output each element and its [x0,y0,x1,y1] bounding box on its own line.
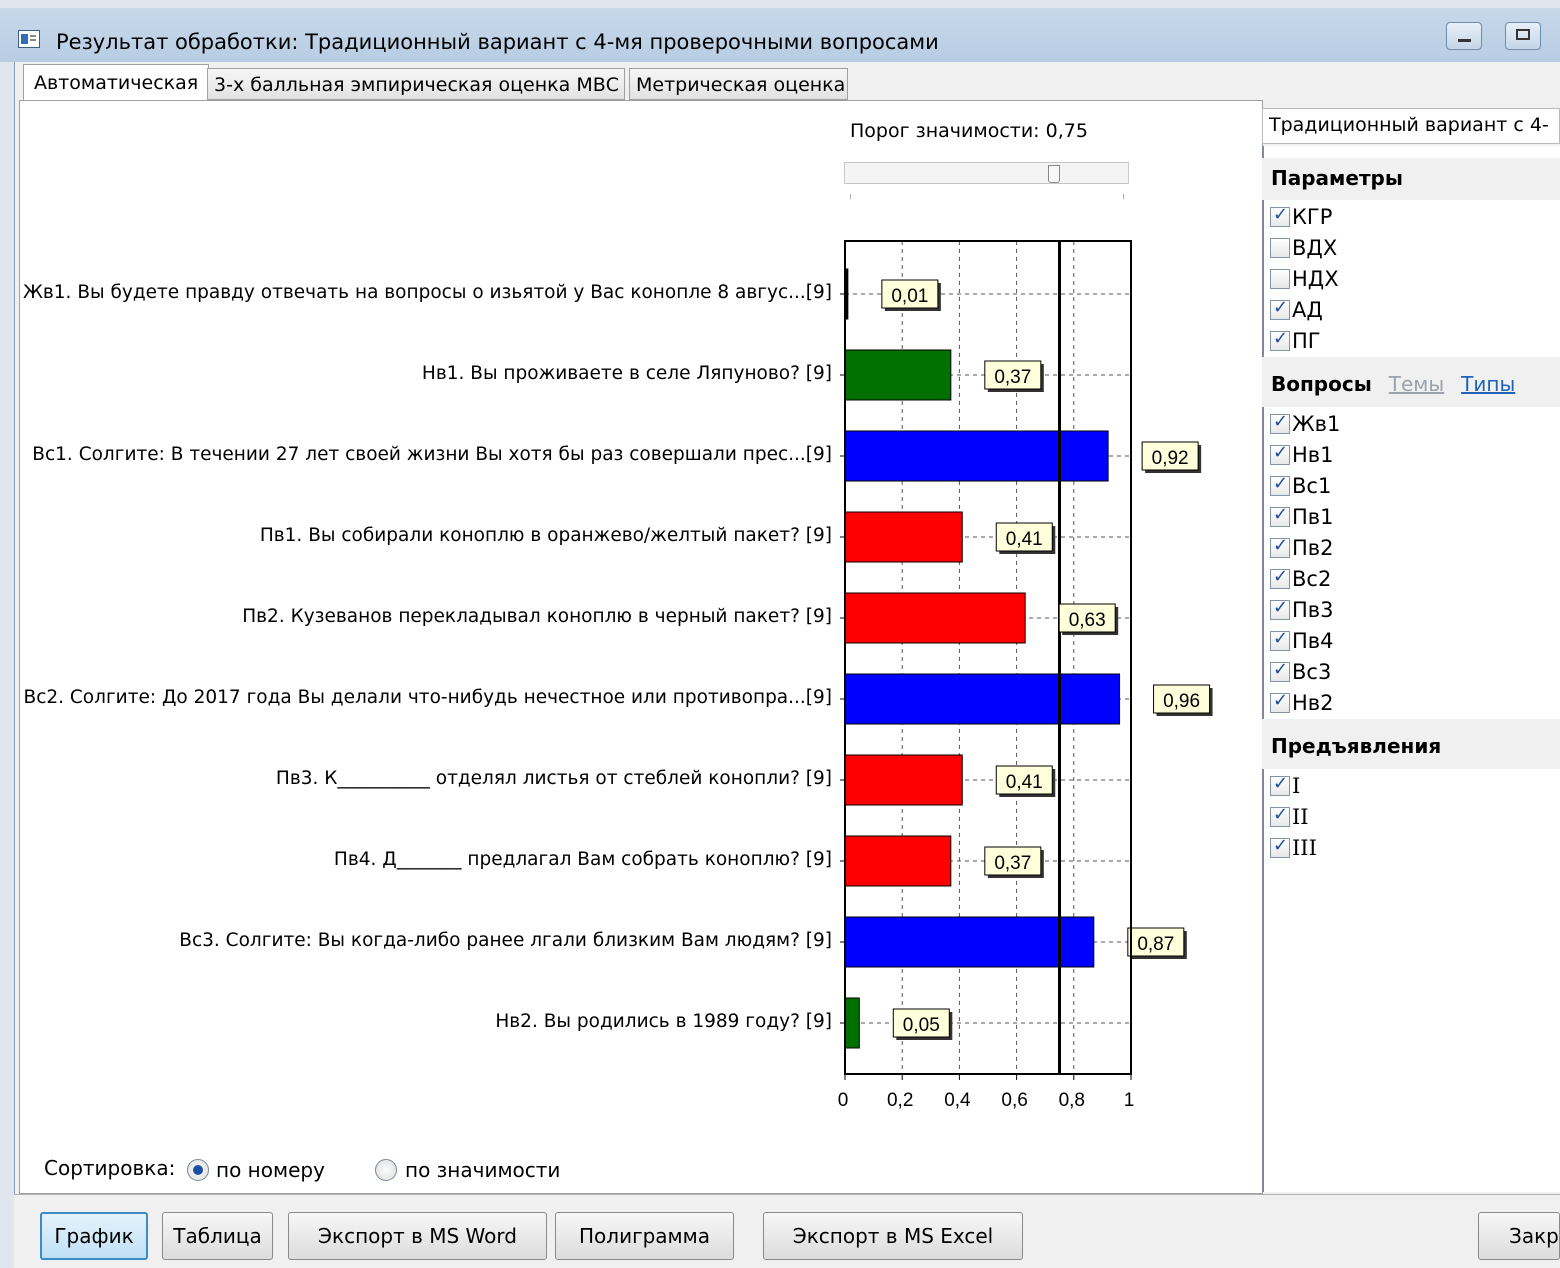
checkbox[interactable] [1270,473,1290,496]
x-tick-label: 0,4 [944,1090,971,1111]
result-window: Результат обработки: Традиционный вариан… [0,0,1560,1268]
bar [844,511,963,563]
checkbox[interactable] [1270,328,1290,351]
export-excel-button[interactable]: Экспорт в MS Excel [763,1212,1023,1260]
value-label: 0,05 [903,1015,940,1036]
filter-item-params[interactable]: АД [1270,296,1323,324]
polygram-button[interactable]: Полиграмма [555,1212,734,1260]
filter-item-questions[interactable]: Пв2 [1270,534,1334,562]
checkbox[interactable] [1270,804,1290,827]
bar [844,592,1026,644]
filter-item-params[interactable]: ПГ [1270,327,1321,355]
params-section-title: Параметры [1262,158,1560,200]
filter-item-questions[interactable]: Жв1 [1270,410,1340,438]
themes-link[interactable]: Темы [1389,372,1444,396]
variant-selector[interactable]: Традиционный вариант с 4- [1262,108,1560,144]
sort-by-number-radio[interactable] [187,1159,209,1181]
presentations-section-title: Предъявления [1262,719,1560,769]
filter-item-questions[interactable]: Нв2 [1270,689,1334,717]
filter-item-presentations[interactable]: III [1270,834,1317,862]
filter-item-questions[interactable]: Вс3 [1270,658,1331,686]
checkbox-label: КГР [1292,205,1333,229]
checkbox-label: Нв1 [1292,443,1334,467]
checkbox[interactable] [1270,504,1290,527]
filter-item-presentations[interactable]: II [1270,803,1309,831]
variant-selector-value: Традиционный вариант с 4- [1269,114,1549,136]
filter-item-params[interactable]: КГР [1270,203,1332,231]
bar [844,754,963,806]
bar [844,916,1095,968]
checkbox-label: НДХ [1292,267,1339,291]
x-tick-label: 0,2 [887,1090,913,1111]
checkbox[interactable] [1270,628,1290,651]
checkbox[interactable] [1270,597,1290,620]
checkbox-label: Пв2 [1292,536,1334,560]
bar [844,673,1121,725]
filter-item-questions[interactable]: Нв1 [1270,441,1334,469]
checkbox-label: III [1292,836,1317,860]
chart-button[interactable]: График [40,1212,148,1260]
checkbox[interactable] [1270,204,1290,227]
checkbox-label: Вс2 [1292,567,1332,591]
checkbox[interactable] [1270,442,1290,465]
x-tick-label: 1 [1124,1090,1135,1111]
questions-title: Вопросы [1271,372,1372,396]
sort-by-number-label[interactable]: по номеру [216,1158,325,1182]
bar [844,835,952,887]
filter-item-params[interactable]: ВДХ [1270,234,1337,262]
filter-item-questions[interactable]: Вс1 [1270,472,1331,500]
value-label: 0,37 [994,853,1031,874]
checkbox[interactable] [1270,690,1290,713]
checkbox[interactable] [1270,411,1290,434]
filter-item-questions[interactable]: Пв1 [1270,503,1334,531]
checkbox[interactable] [1270,773,1290,796]
bar [844,349,952,401]
value-label: 0,92 [1152,448,1189,469]
value-label: 0,01 [891,286,928,307]
checkbox-label: Вс3 [1292,660,1332,684]
checkbox-label: Жв1 [1292,412,1341,436]
checkbox-label: Пв1 [1292,505,1334,529]
checkbox[interactable] [1270,297,1290,320]
sort-by-significance-radio[interactable] [375,1159,397,1181]
questions-section-title: Вопросы Темы Типы [1262,357,1560,407]
value-label: 0,37 [994,367,1031,388]
bar [844,430,1109,482]
value-label: 0,41 [1006,529,1043,550]
checkbox-label: АД [1292,298,1323,322]
sort-label: Сортировка: [44,1156,176,1180]
checkbox-label: Нв2 [1292,691,1334,715]
x-tick-label: 0,8 [1059,1090,1085,1111]
x-tick-label: 0,6 [1001,1090,1027,1111]
value-label: 0,96 [1163,691,1200,712]
filter-item-questions[interactable]: Пв4 [1270,627,1334,655]
value-label: 0,87 [1137,934,1174,955]
types-link[interactable]: Типы [1461,372,1515,396]
checkbox[interactable] [1270,659,1290,682]
checkbox[interactable] [1270,566,1290,589]
checkbox-label: I [1292,774,1301,798]
x-tick-label: 0 [838,1090,849,1111]
sort-by-significance-label[interactable]: по значимости [405,1158,560,1182]
checkbox[interactable] [1270,238,1290,258]
filter-item-params[interactable]: НДХ [1270,265,1339,293]
checkbox-label: ПГ [1292,329,1321,353]
checkbox-label: Пв4 [1292,629,1334,653]
filter-item-presentations[interactable]: I [1270,772,1300,800]
checkbox-label: ВДХ [1292,236,1338,260]
checkbox-label: Пв3 [1292,598,1334,622]
checkbox[interactable] [1270,535,1290,558]
checkbox-label: II [1292,805,1309,829]
checkbox-label: Вс1 [1292,474,1332,498]
checkbox[interactable] [1270,835,1290,858]
export-word-button[interactable]: Экспорт в MS Word [288,1212,547,1260]
filter-item-questions[interactable]: Пв3 [1270,596,1334,624]
close-button[interactable]: Закр [1478,1212,1560,1260]
value-label: 0,63 [1069,610,1106,631]
table-button[interactable]: Таблица [162,1212,273,1260]
bar [844,997,860,1049]
filter-item-questions[interactable]: Вс2 [1270,565,1331,593]
value-label: 0,41 [1006,772,1043,793]
checkbox[interactable] [1270,269,1290,289]
